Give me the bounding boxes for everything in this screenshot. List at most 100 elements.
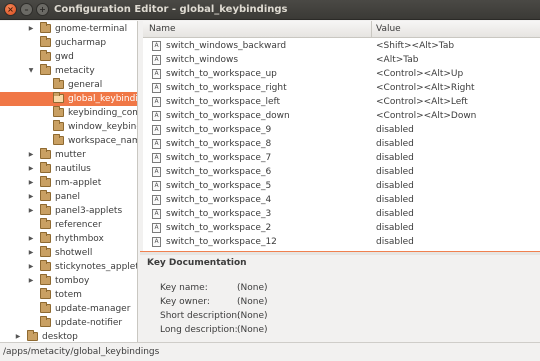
list-row[interactable]: Aswitch_windows <Alt>Tab — [143, 53, 540, 67]
tree-item[interactable]: gucharmap — [0, 36, 137, 50]
key-value-cell[interactable]: disabled — [376, 193, 414, 207]
key-value-cell[interactable]: disabled — [376, 137, 414, 151]
key-value-cell[interactable]: <Shift><Alt>Tab — [376, 39, 454, 53]
close-button[interactable]: × — [4, 3, 17, 16]
column-header-value[interactable]: Value — [376, 23, 401, 36]
tree-item[interactable]: ▶ stickynotes_applet — [0, 260, 137, 274]
tree-item[interactable]: ▶ nautilus — [0, 162, 137, 176]
tree-item[interactable]: ▶ rhythmbox — [0, 232, 137, 246]
folder-icon — [40, 176, 51, 187]
tree-item-label: update-manager — [55, 304, 131, 314]
column-separator[interactable] — [371, 21, 372, 38]
list-row[interactable]: Aswitch_to_workspace_3 disabled — [143, 207, 540, 221]
key-value-cell[interactable]: disabled — [376, 235, 414, 249]
tree-item[interactable]: update-manager — [0, 302, 137, 316]
tree-item-label: gwd — [55, 52, 74, 62]
key-value-cell[interactable]: disabled — [376, 207, 414, 221]
triangle-right-icon[interactable]: ▶ — [27, 190, 35, 204]
tree-item[interactable]: ▶ gnome-terminal — [0, 22, 137, 36]
minimize-button[interactable]: – — [20, 3, 33, 16]
tree-item-label: tomboy — [55, 276, 90, 286]
key-value-cell[interactable]: <Control><Alt>Down — [376, 109, 476, 123]
doc-field-label: Long description: — [160, 325, 238, 335]
key-value-cell[interactable]: disabled — [376, 165, 414, 179]
key-value-cell[interactable]: <Control><Alt>Up — [376, 67, 463, 81]
status-path: /apps/metacity/global_keybindings — [3, 347, 160, 357]
list-row[interactable]: Aswitch_to_workspace_down <Control><Alt>D… — [143, 109, 540, 123]
key-value-cell[interactable]: disabled — [376, 179, 414, 193]
tree-item[interactable]: ▶ nm-applet — [0, 176, 137, 190]
list-row[interactable]: Aswitch_to_workspace_left <Control><Alt>L… — [143, 95, 540, 109]
key-entry-icon: A — [152, 55, 161, 65]
tree-item-label: panel3-applets — [55, 206, 123, 216]
triangle-right-icon[interactable]: ▶ — [27, 22, 35, 36]
tree-item[interactable]: window_keybindings — [0, 120, 137, 134]
key-name-cell: switch_to_workspace_2 — [166, 223, 272, 233]
triangle-right-icon[interactable]: ▶ — [27, 260, 35, 274]
key-name-cell: switch_to_workspace_left — [166, 97, 281, 107]
tree-item[interactable]: ▶ mutter — [0, 148, 137, 162]
triangle-right-icon[interactable]: ▶ — [27, 246, 35, 260]
folder-icon — [40, 302, 51, 313]
list-row[interactable]: Aswitch_to_workspace_4 disabled — [143, 193, 540, 207]
triangle-right-icon[interactable]: ▶ — [27, 176, 35, 190]
tree-item-label: metacity — [55, 66, 95, 76]
tree-item-label: totem — [55, 290, 82, 300]
status-bar: /apps/metacity/global_keybindings — [0, 342, 540, 361]
tree-item[interactable]: ▶ desktop — [0, 330, 137, 342]
tree-item-label: global_keybindings — [68, 94, 138, 104]
triangle-right-icon[interactable]: ▶ — [27, 232, 35, 246]
doc-field-value: (None) — [237, 283, 268, 293]
list-row[interactable]: Aswitch_to_workspace_12 disabled — [143, 235, 540, 249]
key-value-cell[interactable]: <Control><Alt>Right — [376, 81, 475, 95]
triangle-right-icon[interactable]: ▶ — [27, 162, 35, 176]
tree-item[interactable]: ▶ shotwell — [0, 246, 137, 260]
tree-item[interactable]: referencer — [0, 218, 137, 232]
list-row[interactable]: Aswitch_to_workspace_right <Control><Alt>… — [143, 81, 540, 95]
list-row[interactable]: Aswitch_to_workspace_7 disabled — [143, 151, 540, 165]
tree-item[interactable]: totem — [0, 288, 137, 302]
key-value-cell[interactable]: <Control><Alt>Left — [376, 95, 468, 109]
tree-item[interactable]: ▼ metacity — [0, 64, 137, 78]
tree-item[interactable]: workspace_names — [0, 134, 137, 148]
key-value-cell[interactable]: disabled — [376, 221, 414, 235]
tree-item[interactable]: general — [0, 78, 137, 92]
window-controls: × – + — [4, 3, 49, 16]
tree-item[interactable]: keybinding_commands — [0, 106, 137, 120]
tree-item[interactable]: gwd — [0, 50, 137, 64]
triangle-right-icon[interactable]: ▶ — [27, 204, 35, 218]
maximize-button[interactable]: + — [36, 3, 49, 16]
list-row[interactable]: Aswitch_to_workspace_6 disabled — [143, 165, 540, 179]
key-name-cell: switch_to_workspace_7 — [166, 153, 272, 163]
folder-icon — [40, 22, 51, 33]
list-row[interactable]: Aswitch_windows_backward <Shift><Alt>Tab — [143, 39, 540, 53]
key-value-cell[interactable]: disabled — [376, 123, 414, 137]
tree-item-label: nm-applet — [55, 178, 102, 188]
list-row[interactable]: Aswitch_to_workspace_9 disabled — [143, 123, 540, 137]
tree-item[interactable]: global_keybindings — [0, 92, 138, 106]
key-documentation-title: Key Documentation — [147, 258, 247, 268]
key-name-cell: switch_windows — [166, 55, 239, 65]
tree-item[interactable]: ▶ panel3-applets — [0, 204, 137, 218]
list-row[interactable]: Aswitch_to_workspace_2 disabled — [143, 221, 540, 235]
folder-icon — [53, 106, 64, 117]
triangle-right-icon[interactable]: ▶ — [27, 148, 35, 162]
triangle-right-icon[interactable]: ▶ — [14, 330, 22, 342]
triangle-down-icon[interactable]: ▼ — [27, 64, 35, 78]
key-name-cell: switch_to_workspace_6 — [166, 167, 272, 177]
triangle-right-icon[interactable]: ▶ — [27, 274, 35, 288]
tree-item-label: update-notifier — [55, 318, 123, 328]
tree-item-label: gucharmap — [55, 38, 107, 48]
key-value-cell[interactable]: disabled — [376, 151, 414, 165]
tree-item[interactable]: ▶ tomboy — [0, 274, 137, 288]
folder-icon — [53, 134, 64, 145]
directory-tree[interactable]: ▶ gnome-terminal gucharmap gwd ▼ metacity gene… — [0, 21, 138, 342]
key-value-cell[interactable]: <Alt>Tab — [376, 53, 419, 67]
tree-item[interactable]: update-notifier — [0, 316, 137, 330]
list-row[interactable]: Aswitch_to_workspace_8 disabled — [143, 137, 540, 151]
column-header-name[interactable]: Name — [149, 23, 176, 36]
list-row[interactable]: Aswitch_to_workspace_up <Control><Alt>Up — [143, 67, 540, 81]
list-row[interactable]: Aswitch_to_workspace_5 disabled — [143, 179, 540, 193]
tree-item[interactable]: ▶ panel — [0, 190, 137, 204]
key-list[interactable]: Name Value Aswitch_windows_backward <Shif… — [143, 21, 540, 251]
